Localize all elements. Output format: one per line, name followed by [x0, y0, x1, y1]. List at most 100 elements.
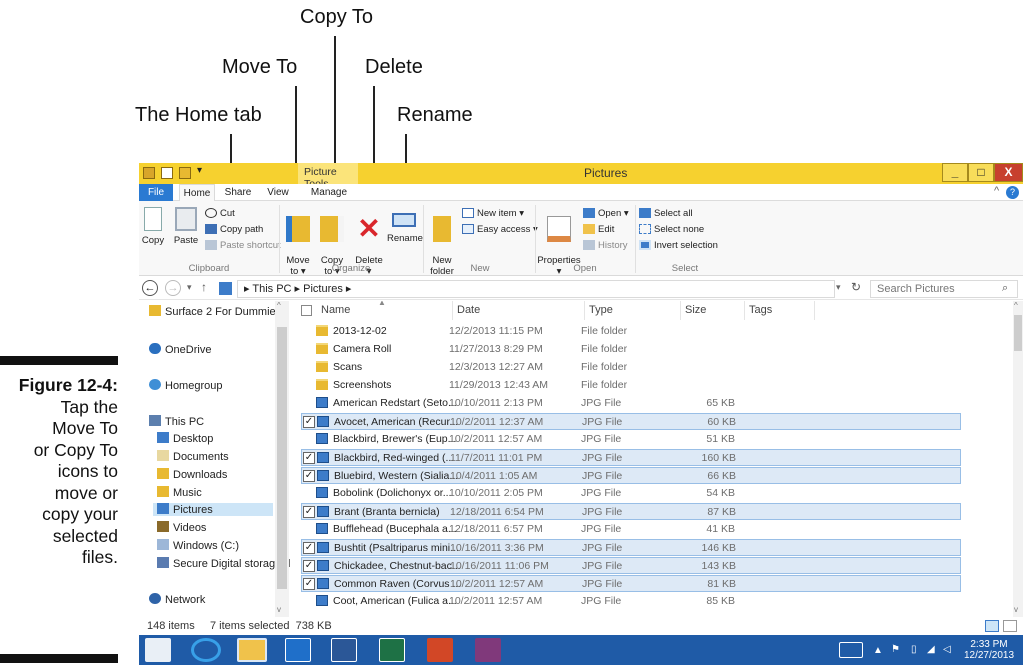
- row-checkbox[interactable]: ✓: [303, 452, 315, 464]
- address-path[interactable]: ▸ This PC ▸ Pictures ▸: [237, 280, 835, 298]
- new-item-button[interactable]: New item ▾: [462, 208, 524, 219]
- column-header-size[interactable]: Size: [681, 301, 745, 320]
- file-row[interactable]: Scans 12/3/2013 12:27 AM File folder: [301, 359, 961, 376]
- file-row[interactable]: Blackbird, Brewer's (Eup... 10/2/2011 12:…: [301, 431, 961, 448]
- file-explorer-icon[interactable]: [237, 638, 267, 662]
- tab-view[interactable]: View: [263, 184, 293, 201]
- file-row[interactable]: ✓ Brant (Branta bernicla) 12/18/2011 6:54 …: [301, 503, 961, 520]
- maximize-button[interactable]: □: [968, 163, 994, 182]
- copy-path-button[interactable]: Copy path: [205, 224, 263, 235]
- easy-access-button[interactable]: Easy access ▾: [462, 224, 538, 235]
- scroll-up-icon[interactable]: ^: [277, 301, 281, 310]
- edit-button[interactable]: Edit: [583, 224, 614, 235]
- invert-selection-button[interactable]: Invert selection: [639, 240, 718, 251]
- column-header-date[interactable]: Date: [453, 301, 585, 320]
- copy-button[interactable]: Copy: [141, 207, 165, 246]
- select-all-button[interactable]: Select all: [639, 208, 693, 219]
- collapse-ribbon-icon[interactable]: ^: [994, 185, 999, 197]
- battery-icon[interactable]: ▯: [911, 644, 917, 655]
- nav-item-sd-card[interactable]: Secure Digital storage d: [157, 557, 290, 570]
- file-row[interactable]: Camera Roll 11/27/2013 8:29 PM File folder: [301, 341, 961, 358]
- refresh-icon[interactable]: ↻: [851, 280, 861, 294]
- powerpoint-icon[interactable]: [427, 638, 453, 662]
- search-input[interactable]: Search Pictures: [870, 280, 1018, 298]
- select-none-button[interactable]: Select none: [639, 224, 704, 235]
- file-row[interactable]: 2013-12-02 12/2/2013 11:15 PM File folder: [301, 323, 961, 340]
- scroll-down-icon[interactable]: v: [277, 605, 281, 614]
- nav-scrollbar[interactable]: ^ v: [275, 301, 289, 617]
- nav-item-videos[interactable]: Videos: [157, 521, 206, 534]
- customize-toolbar-icon[interactable]: ▾: [197, 165, 202, 176]
- nav-item-downloads[interactable]: Downloads: [157, 468, 227, 481]
- rename-button[interactable]: Rename: [387, 205, 423, 244]
- nav-item-this-pc[interactable]: This PC: [149, 415, 204, 428]
- file-row[interactable]: ✓ Chickadee, Chestnut-bac... 10/16/2011 11…: [301, 557, 961, 574]
- internet-explorer-icon[interactable]: [191, 638, 221, 662]
- onenote-icon[interactable]: [475, 638, 501, 662]
- nav-item-documents[interactable]: Documents: [157, 450, 229, 463]
- file-scroll-thumb[interactable]: [1014, 315, 1022, 351]
- file-row[interactable]: Coot, American (Fulica a... 10/2/2011 12:…: [301, 593, 961, 610]
- nav-item-desktop[interactable]: Desktop: [157, 432, 213, 445]
- quick-access-folder-icon[interactable]: [143, 167, 155, 179]
- tab-share[interactable]: Share: [221, 184, 255, 201]
- paste-shortcut-button[interactable]: Paste shortcut: [205, 240, 281, 251]
- file-row[interactable]: Bufflehead (Bucephala a... 12/18/2011 6:5…: [301, 521, 961, 538]
- wifi-icon[interactable]: ◢: [927, 644, 935, 655]
- nav-item-network[interactable]: Network: [149, 593, 205, 606]
- forward-arrow-icon[interactable]: →: [165, 280, 181, 296]
- file-row[interactable]: ✓ Bushtit (Psaltriparus mini... 10/16/2011…: [301, 539, 961, 556]
- select-all-checkbox[interactable]: [301, 305, 312, 316]
- start-icon[interactable]: [145, 638, 171, 662]
- nav-scroll-thumb[interactable]: [277, 327, 287, 589]
- nav-item-onedrive[interactable]: OneDrive: [149, 343, 211, 356]
- action-center-flag-icon[interactable]: ⚑: [891, 644, 900, 655]
- nav-item-music[interactable]: Music: [157, 486, 202, 499]
- volume-icon[interactable]: ◁: [943, 644, 951, 655]
- touch-keyboard-icon[interactable]: [839, 642, 863, 658]
- excel-icon[interactable]: [379, 638, 405, 662]
- file-row[interactable]: ✓ Blackbird, Red-winged (... 11/7/2011 11:…: [301, 449, 961, 466]
- row-checkbox[interactable]: ✓: [303, 578, 315, 590]
- cut-button[interactable]: Cut: [205, 208, 235, 219]
- tab-file[interactable]: File: [139, 184, 173, 201]
- tab-home[interactable]: Home: [179, 184, 215, 201]
- column-header-type[interactable]: Type: [585, 301, 681, 320]
- file-list-scrollbar[interactable]: ^ v: [1013, 301, 1023, 617]
- open-button[interactable]: Open ▾: [583, 208, 629, 219]
- clock[interactable]: 2:33 PM 12/27/2013: [961, 639, 1017, 661]
- large-icons-view-icon[interactable]: [1003, 620, 1017, 632]
- tab-manage[interactable]: Manage: [307, 184, 351, 201]
- nav-item-pictures[interactable]: Pictures: [153, 503, 273, 516]
- back-arrow-icon[interactable]: ←: [142, 280, 158, 296]
- file-row[interactable]: Screenshots 11/29/2013 12:43 AM File folde…: [301, 377, 961, 394]
- up-arrow-icon[interactable]: ↑: [201, 280, 207, 294]
- close-button[interactable]: X: [994, 163, 1023, 182]
- help-icon[interactable]: ?: [1006, 186, 1019, 199]
- new-folder-quick-icon[interactable]: [179, 167, 191, 179]
- row-checkbox[interactable]: ✓: [303, 560, 315, 572]
- file-row[interactable]: American Redstart (Seto... 10/10/2011 2:1…: [301, 395, 961, 412]
- nav-item-surface[interactable]: Surface 2 For Dummies: [149, 305, 281, 318]
- properties-icon[interactable]: [161, 167, 173, 179]
- outlook-icon[interactable]: [285, 638, 311, 662]
- column-header-tags[interactable]: Tags: [745, 301, 815, 320]
- scroll-down-icon[interactable]: v: [1014, 605, 1018, 614]
- file-row[interactable]: ✓ Common Raven (Corvus ... 10/2/2011 12:57…: [301, 575, 961, 592]
- nav-item-windows-c[interactable]: Windows (C:): [157, 539, 239, 552]
- details-view-icon[interactable]: [985, 620, 999, 632]
- file-row[interactable]: Bobolink (Dolichonyx or... 10/10/2011 2:0…: [301, 485, 961, 502]
- word-icon[interactable]: [331, 638, 357, 662]
- address-dropdown-icon[interactable]: ▾: [836, 282, 841, 293]
- recent-locations-icon[interactable]: ▾: [187, 282, 192, 293]
- row-checkbox[interactable]: ✓: [303, 470, 315, 482]
- row-checkbox[interactable]: ✓: [303, 506, 315, 518]
- minimize-button[interactable]: _: [942, 163, 968, 182]
- history-button[interactable]: History: [583, 240, 628, 251]
- file-row[interactable]: ✓ Avocet, American (Recur... 10/2/2011 12:…: [301, 413, 961, 430]
- row-checkbox[interactable]: ✓: [303, 416, 315, 428]
- nav-item-homegroup[interactable]: Homegroup: [149, 379, 222, 392]
- paste-button[interactable]: Paste: [171, 207, 201, 246]
- file-row[interactable]: ✓ Bluebird, Western (Sialia... 10/4/2011 1…: [301, 467, 961, 484]
- show-hidden-icons-icon[interactable]: ▲: [873, 645, 883, 656]
